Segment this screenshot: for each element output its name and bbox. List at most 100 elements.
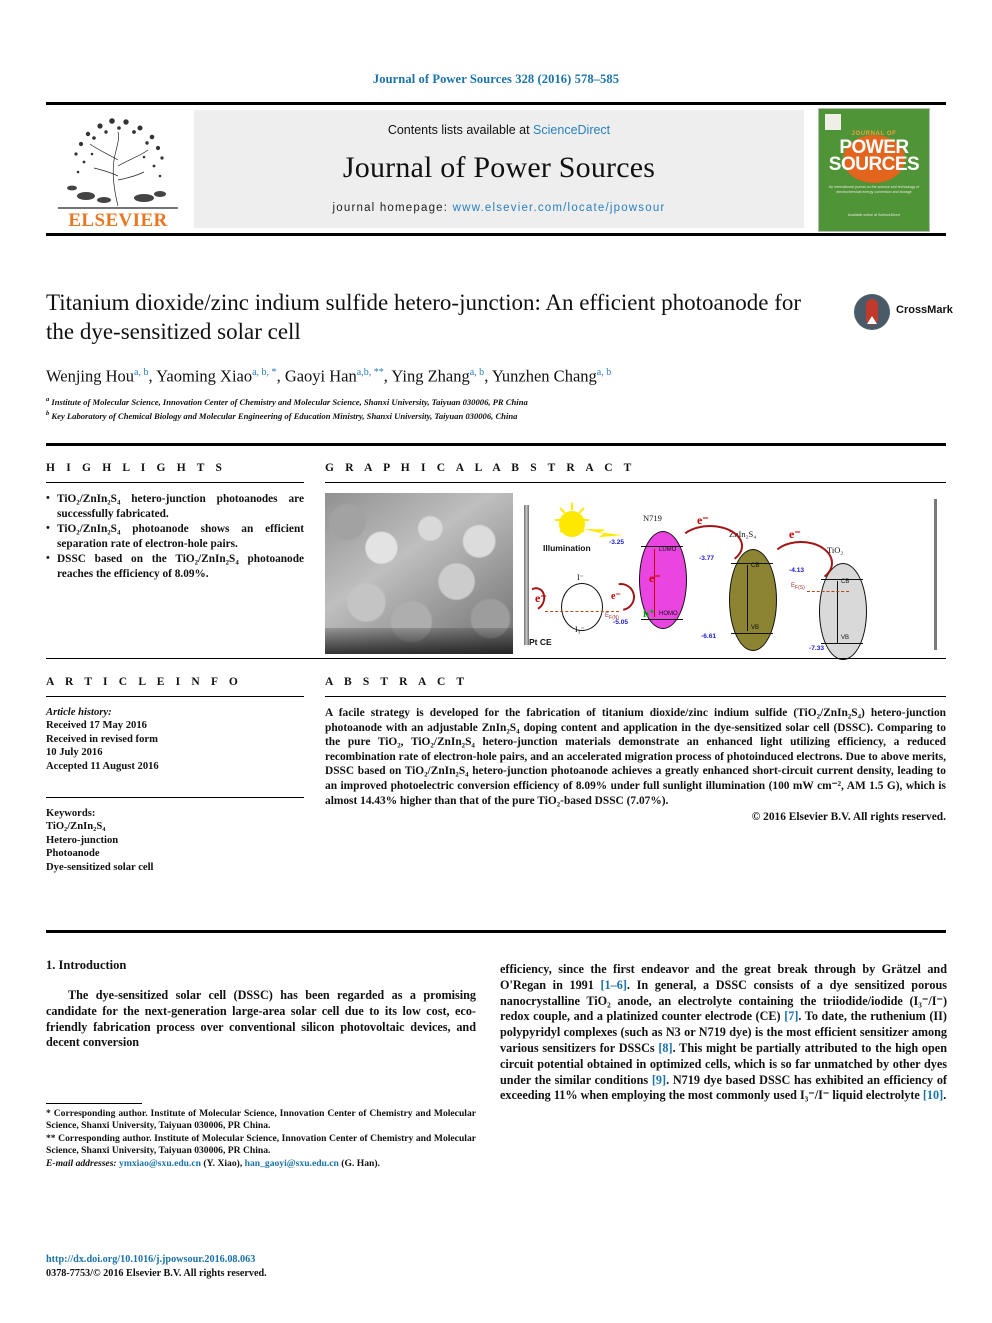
- homepage-label: journal homepage:: [332, 202, 453, 214]
- author-marks: a, b: [596, 367, 612, 378]
- elsevier-wordmark: ELSEVIER: [68, 210, 168, 231]
- history-item: Accepted 11 August 2016: [46, 760, 159, 772]
- affiliation-item: b Key Laboratory of Chemical Biology and…: [46, 408, 946, 422]
- redox-couple-circle: [561, 583, 603, 631]
- author-list: Wenjing Houa, b, Yaoming Xiaoa, b, *, Ga…: [46, 366, 612, 386]
- email-link[interactable]: ymxiao@sxu.edu.cn: [119, 1158, 201, 1169]
- tio2-vb-level: [821, 643, 863, 645]
- doi-link[interactable]: http://dx.doi.org/10.1016/j.jpowsour.201…: [46, 1253, 476, 1267]
- footnote-block: * Corresponding author. Institute of Mol…: [46, 1108, 476, 1170]
- keywords-block: Keywords: TiO₂/ZnIn₂S₄ Hetero-junction P…: [46, 807, 304, 874]
- sem-shadow-band: [325, 628, 513, 654]
- highlights-list: TiO₂/ZnIn₂S₄ hetero-junction photoanodes…: [46, 491, 304, 582]
- journal-title: Journal of Power Sources: [342, 151, 656, 184]
- crossmark-badge[interactable]: CrossMark: [854, 294, 982, 334]
- highlights-rule: [46, 482, 304, 483]
- triiodide-label: I₃⁻: [575, 625, 585, 634]
- cover-title-lines: POWER SOURCES: [819, 138, 929, 174]
- tio2-fermi-dashed-line: [807, 591, 849, 592]
- highlights-top-rule: [46, 443, 946, 446]
- article-info-rule: [46, 696, 304, 697]
- page-title: Titanium dioxide/zinc indium sulfide het…: [46, 290, 802, 344]
- crossmark-label: CrossMark: [896, 304, 953, 316]
- email-label: E-mail addresses:: [46, 1157, 117, 1169]
- citation-ref[interactable]: [1–6]: [601, 978, 627, 992]
- electron-symbol: e⁻: [649, 571, 661, 585]
- pt-counter-electrode-label: Pt CE: [529, 637, 552, 647]
- cb-tag: CB: [841, 579, 850, 585]
- n719-homo-value: -5.05: [613, 619, 629, 626]
- history-item: Received in revised form: [46, 733, 158, 745]
- sun-ray: [571, 503, 573, 510]
- corresponding-author-note: ** Corresponding author. Institute of Mo…: [46, 1132, 476, 1157]
- email-link[interactable]: han_gaoyi@sxu.edu.cn: [245, 1158, 339, 1169]
- sun-ray: [582, 519, 589, 521]
- homo-tag: HOMO: [659, 611, 678, 617]
- affiliation-text: Key Laboratory of Chemical Biology and M…: [51, 410, 518, 421]
- article-info-heading: A R T I C L E I N F O: [46, 676, 242, 688]
- contents-prefix: Contents lists available at: [387, 123, 534, 137]
- email-owner: (G. Han).: [341, 1157, 380, 1169]
- affiliation-mark: b: [46, 409, 50, 417]
- list-item: DSSC based on the TiO₂/ZnIn₂S₄ photoanod…: [46, 551, 304, 581]
- journal-cover-thumbnail: JOURNAL OF POWER SOURCES An internationa…: [818, 108, 930, 232]
- article-history: Article history: Received 17 May 2016 Re…: [46, 706, 304, 773]
- electron-transfer-arc: [769, 541, 833, 585]
- footnote-rule: [46, 1103, 142, 1104]
- affiliation-mark: a: [46, 395, 50, 403]
- keyword-item: TiO₂/ZnIn₂S₄: [46, 821, 106, 833]
- history-item: 10 July 2016: [46, 747, 103, 759]
- sciencedirect-link[interactable]: ScienceDirect: [533, 123, 610, 137]
- masthead-top-rule: [46, 102, 946, 105]
- n719-lumo-value: -3.25: [609, 539, 625, 546]
- intro-right-column: efficiency, since the first endeavor and…: [500, 962, 947, 1104]
- title-block: Titanium dioxide/zinc indium sulfide het…: [46, 288, 953, 423]
- tio2-vb-value: -7.33: [809, 645, 825, 652]
- n719-material-label: N719: [643, 513, 662, 523]
- article-history-label: Article history:: [46, 707, 112, 718]
- issn-copyright-line: 0378-7753/© 2016 Elsevier B.V. All right…: [46, 1267, 267, 1279]
- affiliation-item: a Institute of Molecular Science, Innova…: [46, 394, 946, 408]
- znin2s4-vb-level: [731, 633, 773, 635]
- iodide-label: I⁻: [577, 573, 584, 582]
- citation-ref[interactable]: [8]: [658, 1041, 672, 1055]
- section-heading-introduction: 1. Introduction: [46, 958, 127, 972]
- author-name: Gaoyi Han: [284, 366, 357, 386]
- graphical-abstract-rule: [325, 482, 946, 483]
- affiliation-list: a Institute of Molecular Science, Innova…: [46, 394, 946, 423]
- homepage-url[interactable]: www.elsevier.com/locate/jpowsour: [453, 202, 666, 214]
- masthead-bottom-rule: [46, 233, 946, 236]
- author-marks: a,b, **: [356, 367, 384, 378]
- author-name: Wenjing Hou: [46, 366, 135, 386]
- redox-fermi-dashed-line: [545, 611, 619, 612]
- lumo-tag: LUMO: [659, 547, 677, 553]
- electrode-bar: [934, 499, 937, 650]
- graphical-abstract-section: G R A P H I C A L A B S T R A C T Illumi…: [325, 462, 946, 660]
- abstract-copyright: © 2016 Elsevier B.V. All rights reserved…: [751, 811, 946, 824]
- author-marks: a, b: [469, 367, 485, 378]
- abstract-heading: A B S T R A C T: [325, 676, 469, 688]
- article-info-top-rule: [46, 658, 946, 659]
- citation-ref[interactable]: [9]: [652, 1073, 666, 1087]
- author-marks: a, b: [134, 367, 149, 378]
- running-head: Journal of Power Sources 328 (2016) 578–…: [372, 72, 620, 86]
- history-item: Received 17 May 2016: [46, 720, 147, 732]
- citation-ref[interactable]: [7]: [784, 1009, 798, 1023]
- email-note: E-mail addresses: ymxiao@sxu.edu.cn (Y. …: [46, 1158, 476, 1170]
- cover-elsevier-mark: [825, 114, 841, 130]
- corresponding-author-note: * Corresponding author. Institute of Mol…: [46, 1108, 476, 1132]
- sem-micrograph-image: [325, 493, 513, 654]
- cb-tag: CB: [751, 563, 760, 569]
- highlights-heading: H I G H L I G H T S: [46, 462, 227, 474]
- abstract-section: A B S T R A C T A facile strategy is dev…: [325, 676, 946, 823]
- vb-tag: VB: [751, 625, 760, 631]
- keywords-rule: [46, 797, 304, 799]
- crossmark-triangle: [867, 316, 877, 324]
- article-page: Journal of Power Sources 328 (2016) 578–…: [0, 0, 992, 1323]
- energy-level-diagram: Illumination Pt CE I⁻ I₃⁻ e⁻ e⁻ EF(N) N7…: [521, 491, 944, 660]
- hole-symbol: h⁺: [643, 608, 655, 620]
- crossmark-icon: [854, 294, 890, 330]
- journal-homepage-line: journal homepage: www.elsevier.com/locat…: [194, 202, 804, 214]
- citation-ref[interactable]: [10]: [923, 1088, 943, 1102]
- author-marks: a, b, *: [252, 367, 277, 378]
